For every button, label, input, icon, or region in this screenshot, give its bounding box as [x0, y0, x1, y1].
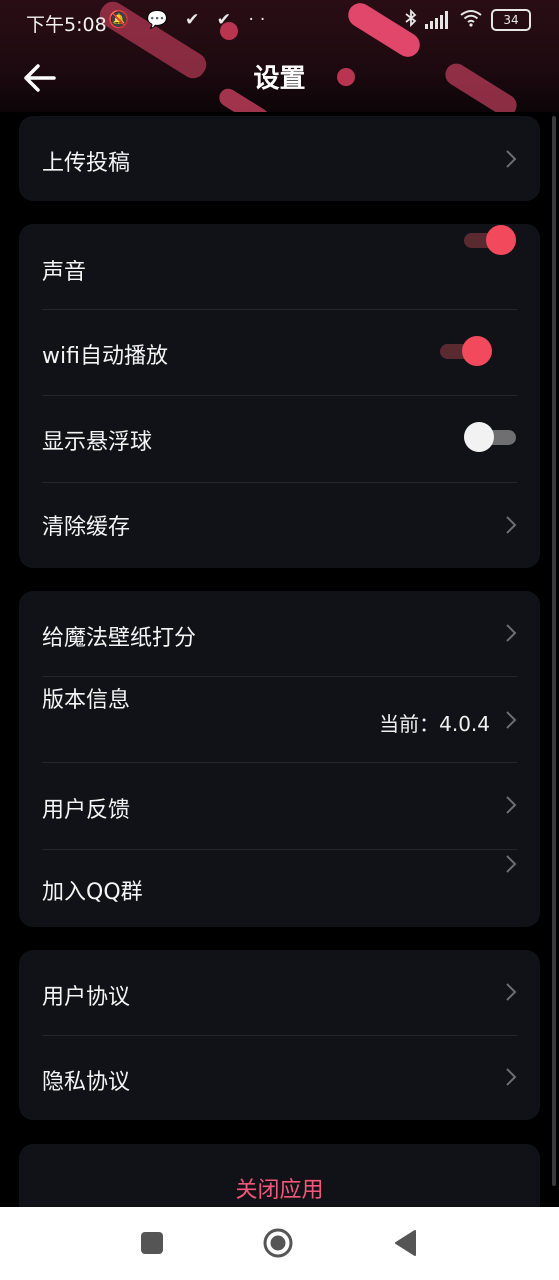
- chevron-right-icon: [506, 711, 517, 729]
- user-agreement-row[interactable]: 用户协议: [19, 950, 540, 1035]
- wifi-autoplay-row: wifi自动播放: [19, 310, 540, 396]
- floating-ball-toggle[interactable]: [464, 421, 516, 453]
- rate-label: 给魔法壁纸打分: [42, 626, 197, 651]
- battery-icon: 34: [491, 9, 531, 31]
- sound-toggle[interactable]: [464, 224, 516, 256]
- home-button[interactable]: [262, 1227, 294, 1259]
- wifi-autoplay-label: wifi自动播放: [42, 344, 168, 369]
- chevron-right-icon: [506, 1068, 517, 1086]
- upload-card: 上传投稿: [19, 116, 540, 201]
- triangle-back-icon: [395, 1230, 416, 1256]
- qq-group-row[interactable]: 加入QQ群: [19, 850, 540, 927]
- wifi-autoplay-toggle[interactable]: [440, 335, 492, 367]
- nav-back-button[interactable]: [390, 1227, 422, 1259]
- about-card: 给魔法壁纸打分 版本信息 当前：4.0.4 用户反馈 加入QQ群: [19, 591, 540, 927]
- version-label: 版本信息: [42, 688, 131, 713]
- version-value: 当前：4.0.4: [379, 712, 490, 736]
- recent-apps-button[interactable]: [136, 1227, 168, 1259]
- privacy-label: 隐私协议: [42, 1070, 131, 1095]
- sound-label: 声音: [42, 260, 87, 285]
- qq-group-label: 加入QQ群: [42, 880, 143, 905]
- signal-icon: [425, 11, 451, 29]
- chevron-right-icon: [506, 855, 517, 873]
- clear-cache-row[interactable]: 清除缓存: [19, 483, 540, 568]
- toggle-knob: [486, 225, 516, 255]
- notification-icons: 🔕 💬 ✔ ✔ ··: [108, 10, 272, 30]
- sound-row: 声音: [19, 224, 540, 310]
- square-icon: [141, 1232, 163, 1254]
- user-agreement-label: 用户协议: [42, 985, 131, 1010]
- toggle-knob: [462, 336, 492, 366]
- upload-row[interactable]: 上传投稿: [19, 116, 540, 201]
- circle-icon: [263, 1228, 293, 1258]
- feedback-label: 用户反馈: [42, 798, 131, 823]
- chevron-right-icon: [506, 624, 517, 642]
- rate-row[interactable]: 给魔法壁纸打分: [19, 591, 540, 677]
- chevron-right-icon: [506, 516, 517, 534]
- privacy-row[interactable]: 隐私协议: [19, 1036, 540, 1120]
- upload-label: 上传投稿: [42, 151, 131, 176]
- status-bar: 下午5:08 🔕 💬 ✔ ✔ ·· 34: [0, 0, 559, 44]
- clear-cache-label: 清除缓存: [42, 515, 131, 540]
- legal-card: 用户协议 隐私协议: [19, 950, 540, 1120]
- bluetooth-icon: [405, 8, 417, 31]
- chevron-right-icon: [506, 796, 517, 814]
- toggle-knob: [464, 422, 494, 452]
- preferences-card: 声音 wifi自动播放 显示悬浮球 清除缓存: [19, 224, 540, 568]
- chevron-right-icon: [506, 150, 517, 168]
- close-app-button[interactable]: 关闭应用: [19, 1172, 540, 1204]
- status-right-icons: 34: [405, 8, 531, 31]
- version-row[interactable]: 版本信息 当前：4.0.4: [19, 677, 540, 763]
- settings-screen: 下午5:08 🔕 💬 ✔ ✔ ·· 34 设置 上传投稿 声音 wifi自动播放…: [0, 0, 559, 1280]
- scrollbar[interactable]: [552, 116, 556, 1186]
- floating-ball-row: 显示悬浮球: [19, 396, 540, 482]
- chevron-right-icon: [506, 983, 517, 1001]
- wifi-icon: [459, 9, 483, 31]
- feedback-row[interactable]: 用户反馈: [19, 763, 540, 849]
- system-nav-bar: [0, 1207, 559, 1280]
- floating-ball-label: 显示悬浮球: [42, 430, 153, 455]
- status-time: 下午5:08: [26, 14, 107, 36]
- page-title: 设置: [253, 64, 306, 94]
